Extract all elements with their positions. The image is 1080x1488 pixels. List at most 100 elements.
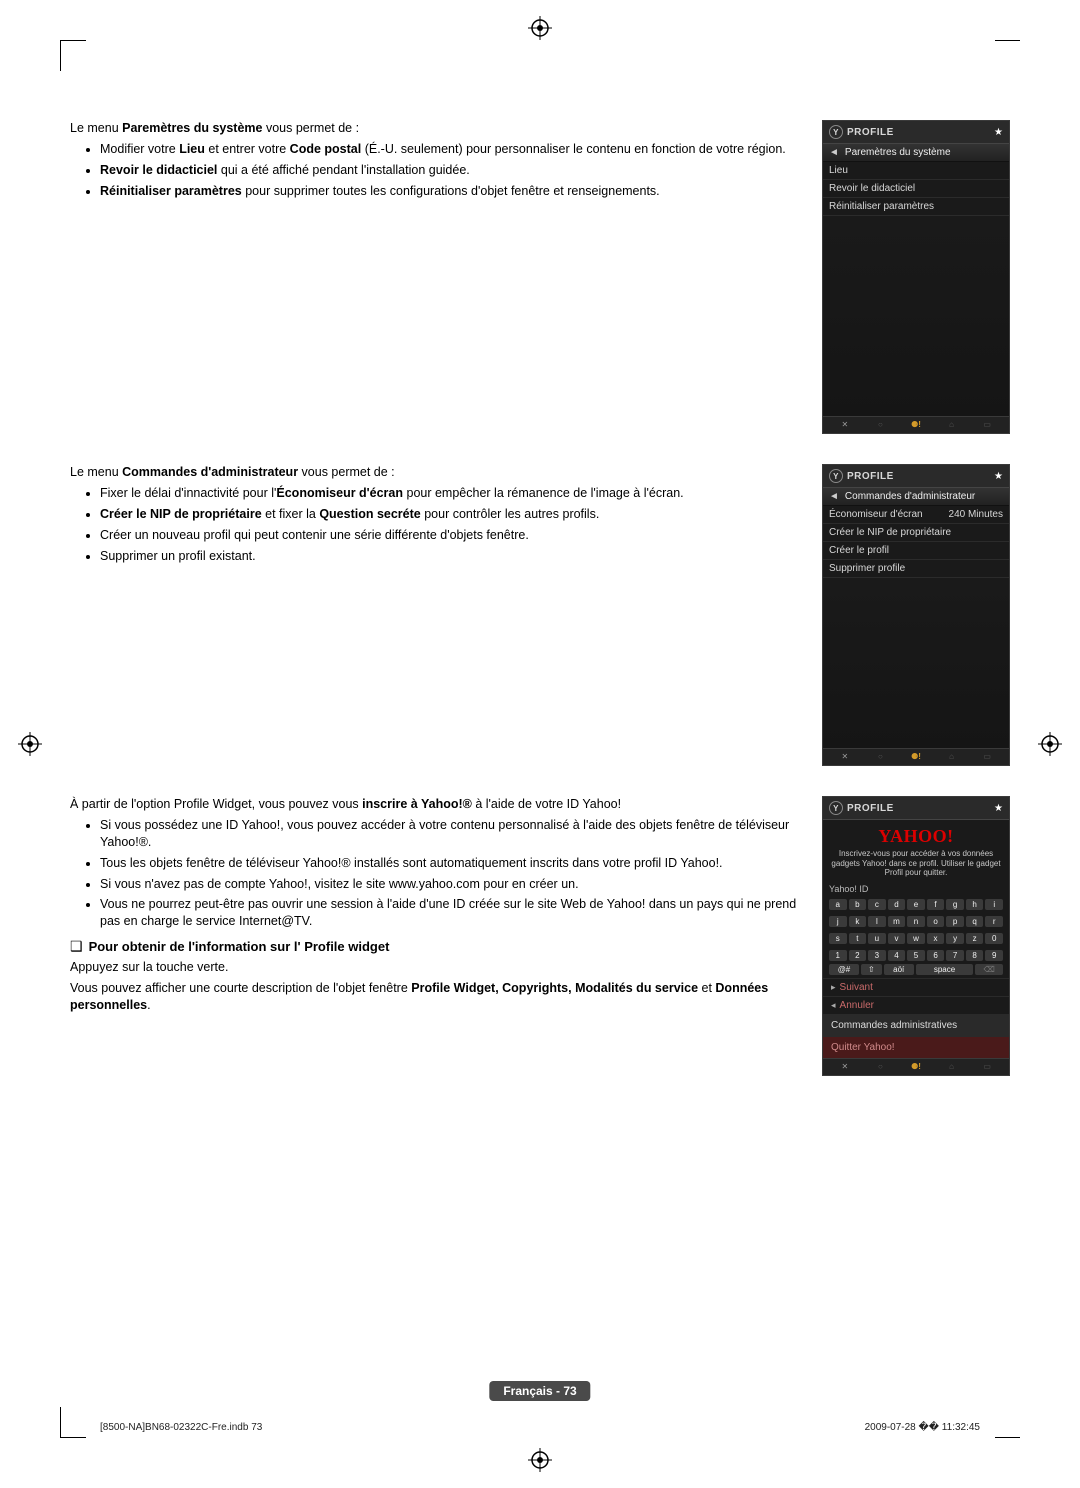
key[interactable]: q bbox=[966, 916, 984, 927]
key[interactable]: 0 bbox=[985, 933, 1003, 944]
widget-title: PROFILE bbox=[847, 803, 894, 814]
key[interactable]: p bbox=[946, 916, 964, 927]
widget-row-didacticiel[interactable]: Revoir le didacticiel bbox=[823, 180, 1009, 198]
key-shift[interactable]: ⇧ bbox=[861, 964, 882, 975]
key[interactable]: n bbox=[907, 916, 925, 927]
widget-yahoo-signin: YPROFILE ★ YAHOO! Inscrivez-vous pour ac… bbox=[822, 796, 1010, 1076]
key[interactable]: v bbox=[888, 933, 906, 944]
key-symbols[interactable]: @# bbox=[829, 964, 859, 975]
widget-footer: ✕ ○ ⚈! ⌂ ▭ bbox=[823, 1058, 1009, 1075]
subheader-text: Commandes d'administrateur bbox=[845, 491, 975, 502]
menu-icon[interactable]: ▭ bbox=[980, 752, 994, 762]
widget-row-screensaver[interactable]: Économiseur d'écran240 Minutes bbox=[823, 506, 1009, 524]
page-number-badge: Français - 73 bbox=[489, 1381, 590, 1401]
key[interactable]: g bbox=[946, 899, 964, 910]
key-backspace[interactable]: ⌫ bbox=[975, 964, 1003, 975]
key[interactable]: 7 bbox=[946, 950, 964, 961]
key[interactable]: 4 bbox=[888, 950, 906, 961]
print-filename: [8500-NA]BN68-02322C-Fre.indb 73 bbox=[100, 1422, 262, 1433]
yahoo-bubble-icon[interactable]: ⚈! bbox=[909, 752, 923, 762]
widget-row-pin[interactable]: Créer le NIP de propriétaire bbox=[823, 524, 1009, 542]
keyboard-row: abcdefghi bbox=[823, 896, 1009, 913]
key[interactable]: 5 bbox=[907, 950, 925, 961]
key[interactable]: x bbox=[927, 933, 945, 944]
menu-icon[interactable]: ▭ bbox=[980, 420, 994, 430]
key-space[interactable]: space bbox=[916, 964, 974, 975]
sec4-p2: Vous pouvez afficher une courte descript… bbox=[70, 980, 810, 1014]
action-suivant[interactable]: ▸Suivant bbox=[823, 978, 1009, 996]
key[interactable]: z bbox=[966, 933, 984, 944]
key[interactable]: u bbox=[868, 933, 886, 944]
home-icon[interactable]: ⌂ bbox=[945, 1062, 959, 1072]
key[interactable]: 9 bbox=[985, 950, 1003, 961]
list-item: Revoir le didacticiel qui a été affiché … bbox=[100, 162, 810, 179]
widget-subheader[interactable]: ◄ Commandes d'administrateur bbox=[823, 488, 1009, 506]
widget-title: PROFILE bbox=[847, 471, 894, 482]
widget-row-lieu[interactable]: Lieu bbox=[823, 162, 1009, 180]
menu-icon[interactable]: ▭ bbox=[980, 1062, 994, 1072]
sec1-list: Modifier votre Lieu et entrer votre Code… bbox=[70, 141, 810, 200]
close-icon[interactable]: ✕ bbox=[838, 1062, 852, 1072]
crop-mark-bl bbox=[60, 1407, 86, 1438]
list-item: Réinitialiser paramètres pour supprimer … bbox=[100, 183, 810, 200]
key[interactable]: r bbox=[985, 916, 1003, 927]
keyboard-row: stuvwxyz0 bbox=[823, 930, 1009, 947]
home-icon[interactable]: ⌂ bbox=[945, 752, 959, 762]
key[interactable]: m bbox=[888, 916, 906, 927]
key[interactable]: 6 bbox=[927, 950, 945, 961]
reg-mark-right bbox=[1038, 732, 1062, 756]
widget-row-delete-profile[interactable]: Supprimer profile bbox=[823, 560, 1009, 578]
action-quit-yahoo[interactable]: Quitter Yahoo! bbox=[823, 1036, 1009, 1058]
yahoo-bubble-icon[interactable]: ⚈! bbox=[909, 1062, 923, 1072]
action-admin-commands[interactable]: Commandes administratives bbox=[823, 1014, 1009, 1036]
yahoo-id-label: Yahoo! ID bbox=[823, 882, 1009, 896]
key[interactable]: k bbox=[849, 916, 867, 927]
widget-row-reinit[interactable]: Réinitialiser paramètres bbox=[823, 198, 1009, 216]
key[interactable]: h bbox=[966, 899, 984, 910]
key[interactable]: 3 bbox=[868, 950, 886, 961]
key[interactable]: l bbox=[868, 916, 886, 927]
list-item: Vous ne pourrez peut-être pas ouvrir une… bbox=[100, 896, 810, 930]
widget-row-create-profile[interactable]: Créer le profil bbox=[823, 542, 1009, 560]
key[interactable]: t bbox=[849, 933, 867, 944]
key[interactable]: e bbox=[907, 899, 925, 910]
text-bold: Paremètres du système bbox=[122, 121, 262, 135]
key[interactable]: c bbox=[868, 899, 886, 910]
key[interactable]: 8 bbox=[966, 950, 984, 961]
home-icon[interactable]: ⌂ bbox=[945, 420, 959, 430]
key[interactable]: y bbox=[946, 933, 964, 944]
key[interactable]: 2 bbox=[849, 950, 867, 961]
yahoo-bubble-icon[interactable]: ⚈! bbox=[909, 420, 923, 430]
key[interactable]: w bbox=[907, 933, 925, 944]
key[interactable]: f bbox=[927, 899, 945, 910]
key[interactable]: d bbox=[888, 899, 906, 910]
signin-instructions: Inscrivez-vous pour accéder à vos donnée… bbox=[823, 849, 1009, 882]
list-item: Tous les objets fenêtre de téléviseur Ya… bbox=[100, 855, 810, 872]
heading-text: Pour obtenir de l'information sur l' Pro… bbox=[89, 939, 390, 954]
key[interactable]: j bbox=[829, 916, 847, 927]
sec3-list: Si vous possédez une ID Yahoo!, vous pou… bbox=[70, 817, 810, 930]
sec3-p1: À partir de l'option Profile Widget, vou… bbox=[70, 796, 810, 813]
key[interactable]: a bbox=[829, 899, 847, 910]
action-annuler[interactable]: ◂Annuler bbox=[823, 996, 1009, 1014]
text: vous permet de : bbox=[262, 121, 359, 135]
key[interactable]: i bbox=[985, 899, 1003, 910]
widget-admin-commands: YPROFILE ★ ◄ Commandes d'administrateur … bbox=[822, 464, 1010, 766]
key[interactable]: b bbox=[849, 899, 867, 910]
reg-mark-bottom bbox=[528, 1448, 552, 1472]
key[interactable]: s bbox=[829, 933, 847, 944]
minimize-icon[interactable]: ○ bbox=[873, 752, 887, 762]
list-item: Créer un nouveau profil qui peut conteni… bbox=[100, 527, 810, 544]
list-item: Si vous possédez une ID Yahoo!, vous pou… bbox=[100, 817, 810, 851]
minimize-icon[interactable]: ○ bbox=[873, 420, 887, 430]
widget-subheader[interactable]: ◄ Paremètres du système bbox=[823, 144, 1009, 162]
close-icon[interactable]: ✕ bbox=[838, 752, 852, 762]
keyboard-row: 123456789 bbox=[823, 947, 1009, 964]
key[interactable]: 1 bbox=[829, 950, 847, 961]
yahoo-icon: Y bbox=[829, 469, 843, 483]
close-icon[interactable]: ✕ bbox=[838, 420, 852, 430]
list-item: Créer le NIP de propriétaire et fixer la… bbox=[100, 506, 810, 523]
key[interactable]: o bbox=[927, 916, 945, 927]
key-accents[interactable]: aöí bbox=[884, 964, 914, 975]
minimize-icon[interactable]: ○ bbox=[873, 1062, 887, 1072]
